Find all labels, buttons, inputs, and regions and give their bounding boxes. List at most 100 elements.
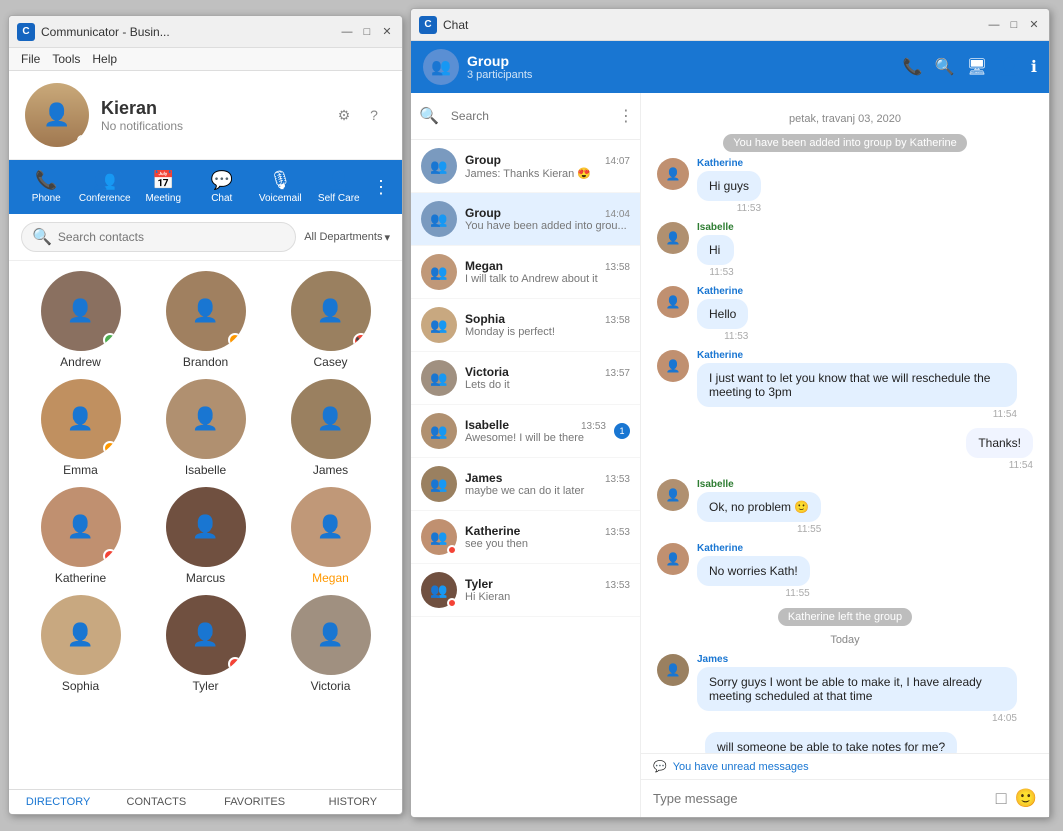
contact-item-katherine[interactable]: 👤 Katherine [21,487,140,585]
bottom-tab-favorites[interactable]: FAVORITES [206,796,304,808]
messages-scroll: petak, travanj 03, 2020 You have been ad… [641,93,1049,753]
close-button[interactable]: ✕ [380,25,394,39]
msg-avatar: 👤 [657,543,689,575]
conv-item-6[interactable]: 👥 James 13:53 maybe we can do it later [411,458,640,511]
chat-minimize-button[interactable]: — [987,18,1001,32]
msg-content: Katherine No worries Kath! 11:55 [697,543,810,599]
conv-item-name: Group [465,153,501,167]
settings-button[interactable]: ⚙ [332,103,356,127]
conv-item-body: Tyler 13:53 Hi Kieran [465,577,630,603]
toolbar-chat[interactable]: 💬 Chat [193,166,252,208]
search-icon: 🔍 [419,106,439,126]
attachment-button[interactable]: □ [996,788,1007,809]
conv-item-time: 13:58 [605,315,630,326]
info-button[interactable]: ℹ [1031,57,1037,77]
department-dropdown[interactable]: All Departments ▾ [304,231,390,244]
msg-time: 11:53 [697,203,761,214]
contact-item-brandon[interactable]: 👤 Brandon [146,271,265,369]
conv-item-4[interactable]: 👥 Victoria 13:57 Lets do it [411,352,640,405]
toolbar-meeting[interactable]: 📅 Meeting [134,166,193,208]
contact-item-tyler[interactable]: 👤 Tyler [146,595,265,693]
contact-item-emma[interactable]: 👤 Emma [21,379,140,477]
contact-avatar-wrap: 👤 [166,379,246,459]
chat-maximize-button[interactable]: □ [1007,18,1021,32]
emoji-button[interactable]: 🙂 [1015,788,1037,809]
conv-item-name: Victoria [465,365,509,379]
conv-item-msg: Awesome! I will be there [465,432,606,444]
toolbar-phone[interactable]: 📞 Phone [17,166,76,208]
contact-item-james[interactable]: 👤 James [271,379,390,477]
menu-tools[interactable]: Tools [52,52,80,66]
conv-item-body: Isabelle 13:53 Awesome! I will be there [465,418,606,444]
toolbar-selfcare[interactable]: 👤 Self Care [310,166,369,208]
help-button[interactable]: ? [362,103,386,127]
group-info: Group 3 participants [467,53,895,81]
menu-file[interactable]: File [21,52,40,66]
conv-item-2[interactable]: 👥 Megan 13:58 I will talk to Andrew abou… [411,246,640,299]
conv-item-5[interactable]: 👥 Isabelle 13:53 Awesome! I will be ther… [411,405,640,458]
msg-row-1: will someone be able to take notes for m… [657,732,1033,753]
search-chat-button[interactable]: 🔍 [935,57,955,77]
profile-actions: ⚙ ? [332,103,386,127]
conv-item-1[interactable]: 👥 Group 14:04 You have been added into g… [411,193,640,246]
screen-share-button[interactable]: 🖥 [967,57,987,77]
app-logo: C [17,23,35,41]
conv-item-time: 14:04 [605,209,630,220]
msg-content: Isabelle Hi 11:53 [697,222,734,278]
voicemail-icon: 🎙 [269,170,292,191]
msg-row-6: 👤 Katherine No worries Kath! 11:55 [657,543,1033,599]
contact-avatar: 👤 [41,595,121,675]
contact-item-isabelle[interactable]: 👤 Isabelle [146,379,265,477]
toolbar-voicemail[interactable]: 🎙 Voicemail [251,166,310,208]
conversation-search: 🔍 ⋮ [411,93,640,140]
conversation-search-input[interactable] [443,101,614,131]
minimize-button[interactable]: — [340,25,354,39]
contact-item-casey[interactable]: 👤 📞 Casey [271,271,390,369]
contact-avatar-wrap: 👤 [41,379,121,459]
conv-item-body: Sophia 13:58 Monday is perfect! [465,312,630,338]
menu-help[interactable]: Help [92,52,117,66]
msg-avatar: 👤 [657,654,689,686]
contact-item-andrew[interactable]: 👤 Andrew [21,271,140,369]
conv-item-name: Katherine [465,524,520,538]
msg-row-3: 👤 Katherine I just want to let you know … [657,350,1033,420]
msg-sender-name: Katherine [697,543,810,554]
maximize-button[interactable]: □ [360,25,374,39]
msg-bubble: I just want to let you know that we will… [697,363,1017,407]
toolbar-voicemail-label: Voicemail [259,193,302,204]
toolbar-more-button[interactable]: ⋮ [368,173,394,202]
msg-time: 11:54 [697,409,1017,420]
search-contacts-input[interactable] [58,230,285,244]
toolbar: 📞 Phone 👥 Conference 📅 Meeting 💬 Chat 🎙 … [9,160,402,214]
contact-item-marcus[interactable]: 👤 Marcus [146,487,265,585]
add-participant-button[interactable]: 👤 [999,57,1019,77]
chat-app-logo: C [419,16,437,34]
bottom-tab-contacts[interactable]: CONTACTS [107,796,205,808]
toolbar-conference[interactable]: 👥 Conference [76,166,135,208]
conv-item-7[interactable]: 👥 Katherine 13:53 see you then [411,511,640,564]
conv-item-8[interactable]: 👥 Tyler 13:53 Hi Kieran [411,564,640,617]
search-contacts-bar: 🔍 All Departments ▾ [9,214,402,261]
conv-item-time: 13:53 [605,580,630,591]
conv-item-3[interactable]: 👥 Sophia 13:58 Monday is perfect! [411,299,640,352]
message-input[interactable] [653,791,988,806]
bottom-tab-history[interactable]: HISTORY [304,796,402,808]
contact-item-megan[interactable]: 👤 Megan [271,487,390,585]
contact-name: Andrew [60,355,101,369]
call-button[interactable]: 📞 [903,57,923,77]
status-badge-orange [228,333,242,347]
bottom-tab-directory[interactable]: DIRECTORY [9,796,107,808]
conv-item-body: Megan 13:58 I will talk to Andrew about … [465,259,630,285]
conv-item-msg: Lets do it [465,379,630,391]
contact-avatar-wrap: 👤 [166,595,246,675]
more-options-icon[interactable]: ⋮ [618,106,634,126]
department-label: All Departments [304,231,382,243]
conv-item-msg: You have been added into grou... [465,220,630,232]
chat-close-button[interactable]: ✕ [1027,18,1041,32]
unread-banner: 💬 You have unread messages [641,753,1049,779]
conv-item-0[interactable]: 👥 Group 14:07 James: Thanks Kieran 😍 [411,140,640,193]
contact-item-sophia[interactable]: 👤 Sophia [21,595,140,693]
katherine-left-text: Katherine left the group [778,608,912,626]
contact-item-victoria[interactable]: 👤 Victoria [271,595,390,693]
msg-content: Isabelle Ok, no problem 🙂 11:55 [697,479,821,535]
